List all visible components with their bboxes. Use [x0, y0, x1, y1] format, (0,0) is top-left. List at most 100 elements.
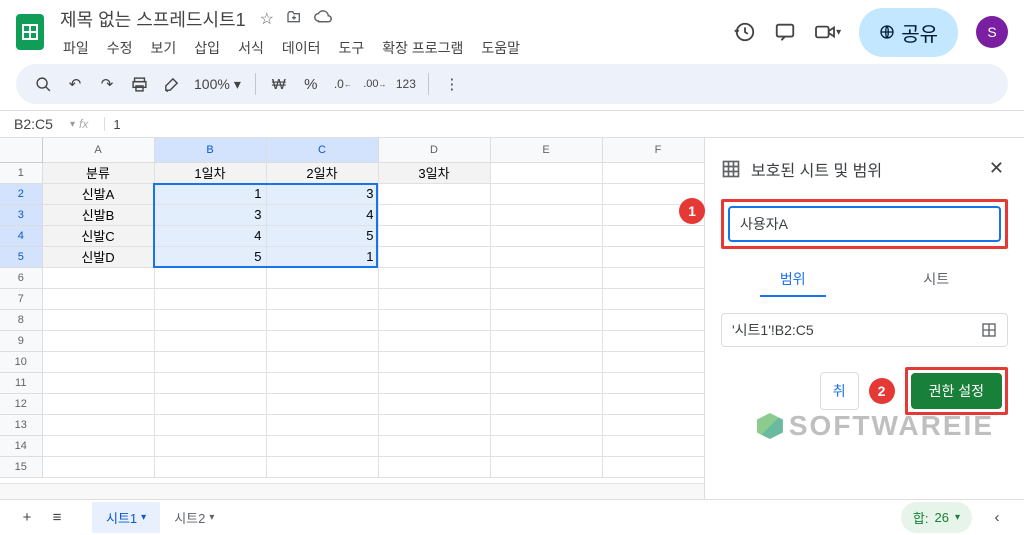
col-header-b[interactable]: B — [154, 138, 266, 162]
menu-data[interactable]: 데이터 — [275, 36, 328, 60]
horizontal-scrollbar[interactable] — [0, 483, 704, 499]
history-icon[interactable] — [734, 21, 756, 43]
cell[interactable]: 신발A — [42, 183, 154, 204]
menu-help[interactable]: 도움말 — [474, 36, 527, 60]
explore-icon[interactable]: ‹ — [982, 503, 1012, 533]
cell[interactable]: 신발C — [42, 225, 154, 246]
name-box[interactable] — [10, 116, 70, 132]
select-range-icon[interactable] — [981, 322, 997, 338]
cell[interactable] — [490, 183, 602, 204]
print-icon[interactable] — [124, 69, 154, 99]
cell[interactable]: 5 — [154, 246, 266, 267]
decrease-decimal-button[interactable]: .0← — [328, 69, 358, 99]
row-header[interactable]: 7 — [0, 288, 42, 309]
row-header[interactable]: 2 — [0, 183, 42, 204]
currency-button[interactable]: ₩ — [264, 69, 294, 99]
cell[interactable] — [490, 246, 602, 267]
row-header[interactable]: 15 — [0, 456, 42, 477]
cell[interactable]: 4 — [154, 225, 266, 246]
spreadsheet-grid[interactable]: A B C D E F 1 분류 1일차 2일차 3일차 2 신발A 1 3 3… — [0, 138, 704, 499]
cell[interactable] — [378, 183, 490, 204]
cell[interactable]: 2일차 — [266, 162, 378, 183]
share-button[interactable]: 공유 — [859, 8, 958, 57]
globe-icon — [879, 24, 895, 40]
col-header-c[interactable]: C — [266, 138, 378, 162]
comment-icon[interactable] — [774, 21, 796, 43]
redo-icon[interactable]: ↷ — [92, 69, 122, 99]
cell[interactable]: 분류 — [42, 162, 154, 183]
zoom-select[interactable]: 100% ▾ — [188, 76, 247, 93]
undo-icon[interactable]: ↶ — [60, 69, 90, 99]
row-header[interactable]: 12 — [0, 393, 42, 414]
meet-icon[interactable]: ▾ — [814, 23, 841, 41]
cell[interactable]: 신발B — [42, 204, 154, 225]
cell[interactable]: 3일차 — [378, 162, 490, 183]
star-icon[interactable]: ☆ — [260, 9, 274, 29]
select-all-corner[interactable] — [0, 138, 42, 162]
percent-button[interactable]: % — [296, 69, 326, 99]
row-header[interactable]: 13 — [0, 414, 42, 435]
cell[interactable] — [490, 162, 602, 183]
row-header[interactable]: 6 — [0, 267, 42, 288]
row-header[interactable]: 5 — [0, 246, 42, 267]
menu-view[interactable]: 보기 — [144, 36, 184, 60]
cell[interactable]: 1일차 — [154, 162, 266, 183]
col-header-e[interactable]: E — [490, 138, 602, 162]
cell[interactable] — [378, 246, 490, 267]
cell[interactable]: 1 — [266, 246, 378, 267]
cell[interactable]: 4 — [266, 204, 378, 225]
set-permissions-button[interactable]: 권한 설정 — [911, 373, 1002, 409]
all-sheets-button[interactable]: ≡ — [42, 503, 72, 533]
cell[interactable] — [602, 225, 704, 246]
sheet-tab-2[interactable]: 시트2 ▾ — [160, 502, 228, 533]
col-header-d[interactable]: D — [378, 138, 490, 162]
cell[interactable] — [490, 204, 602, 225]
cell[interactable]: 신발D — [42, 246, 154, 267]
row-header[interactable]: 1 — [0, 162, 42, 183]
avatar[interactable]: S — [976, 16, 1008, 48]
tab-sheet[interactable]: 시트 — [903, 263, 969, 297]
row-header[interactable]: 8 — [0, 309, 42, 330]
cell[interactable]: 5 — [266, 225, 378, 246]
more-icon[interactable]: ⋮ — [437, 69, 467, 99]
add-sheet-button[interactable]: + — [12, 503, 42, 533]
formula-input[interactable] — [113, 117, 1024, 132]
menu-file[interactable]: 파일 — [56, 36, 96, 60]
move-icon[interactable] — [286, 9, 302, 29]
cell[interactable]: 3 — [266, 183, 378, 204]
menu-extensions[interactable]: 확장 프로그램 — [375, 36, 470, 60]
col-header-a[interactable]: A — [42, 138, 154, 162]
cell[interactable]: 1 — [154, 183, 266, 204]
document-title[interactable]: 제목 없는 스프레드시트1 — [56, 4, 250, 34]
paint-icon[interactable] — [156, 69, 186, 99]
cell[interactable] — [378, 225, 490, 246]
menu-insert[interactable]: 삽입 — [187, 36, 227, 60]
sum-display[interactable]: 합:26 ▾ — [901, 502, 972, 533]
menu-edit[interactable]: 수정 — [100, 36, 140, 60]
range-input[interactable] — [732, 322, 981, 338]
row-header[interactable]: 14 — [0, 435, 42, 456]
cell[interactable] — [602, 162, 704, 183]
cell[interactable] — [490, 225, 602, 246]
col-header-f[interactable]: F — [602, 138, 704, 162]
row-header[interactable]: 11 — [0, 372, 42, 393]
row-header[interactable]: 9 — [0, 330, 42, 351]
increase-decimal-button[interactable]: .00→ — [360, 69, 390, 99]
cancel-button[interactable]: 취 — [820, 372, 859, 410]
row-header[interactable]: 3 — [0, 204, 42, 225]
row-header[interactable]: 4 — [0, 225, 42, 246]
sheet-tab-1[interactable]: 시트1 ▾ — [92, 502, 160, 533]
menu-tools[interactable]: 도구 — [331, 36, 371, 60]
menu-format[interactable]: 서식 — [231, 36, 271, 60]
search-icon[interactable] — [28, 69, 58, 99]
row-header[interactable]: 10 — [0, 351, 42, 372]
format-123-button[interactable]: 123 — [392, 69, 420, 99]
close-icon[interactable]: ✕ — [985, 154, 1008, 183]
cell[interactable] — [602, 246, 704, 267]
sheets-logo[interactable] — [16, 14, 44, 50]
cell[interactable] — [378, 204, 490, 225]
cloud-icon[interactable] — [314, 9, 332, 29]
cell[interactable]: 3 — [154, 204, 266, 225]
description-input[interactable] — [728, 206, 1001, 242]
tab-range[interactable]: 범위 — [760, 263, 826, 297]
